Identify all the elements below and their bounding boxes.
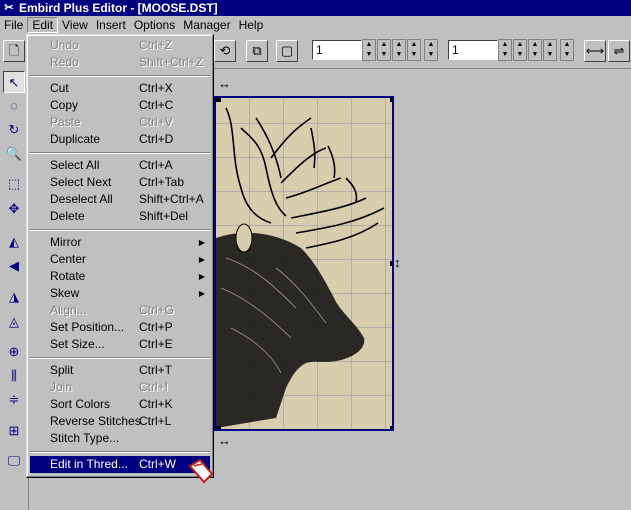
- menu-manager[interactable]: Manager: [179, 17, 234, 33]
- menu-separator: [30, 75, 210, 77]
- grid-icon[interactable]: ⊞: [3, 420, 25, 442]
- spin-end-icon[interactable]: ▲ ▼: [407, 39, 421, 61]
- horizontal-resize-bottom-icon[interactable]: ↔: [218, 433, 231, 448]
- menu-item-reverse-stitches[interactable]: Reverse Stitches Ctrl+L: [30, 413, 210, 430]
- menu-separator: [30, 152, 210, 154]
- menu-item-set-position[interactable]: Set Position... Ctrl+P: [30, 319, 210, 336]
- value-field-1[interactable]: 1: [312, 40, 362, 60]
- spin2-last-icon[interactable]: ▲ ▼: [560, 39, 574, 61]
- menu-separator: [30, 229, 210, 231]
- menu-insert[interactable]: Insert: [92, 17, 130, 33]
- design-hoop[interactable]: [214, 96, 394, 431]
- menu-item-paste[interactable]: Paste Ctrl+V: [30, 114, 210, 131]
- spin2-up-down-icon[interactable]: ▲ ▼: [498, 39, 512, 61]
- vertical-resize-icon[interactable]: ↕: [394, 255, 401, 270]
- mirror-vertical-icon[interactable]: ◀: [3, 255, 25, 277]
- spin2-end-icon[interactable]: ▲ ▼: [543, 39, 557, 61]
- menu-separator: [30, 357, 210, 359]
- menu-view[interactable]: View: [58, 17, 92, 33]
- resize-handle-top-left[interactable]: [216, 98, 221, 102]
- submenu-arrow-icon: ▶: [198, 238, 205, 247]
- pointer-icon[interactable]: ↖: [3, 71, 25, 93]
- menu-item-set-size[interactable]: Set Size... Ctrl+E: [30, 336, 210, 353]
- spin-step-icon[interactable]: ▲ ▼: [392, 39, 406, 61]
- spin-up-down-icon[interactable]: ▲ ▼: [362, 39, 376, 61]
- stitch-merge-icon[interactable]: ⇌: [608, 40, 630, 62]
- skew-left-icon[interactable]: ◮: [3, 286, 25, 308]
- resize-handle-bottom-right[interactable]: [390, 426, 392, 429]
- horizontal-resize-icon[interactable]: ↔: [218, 76, 231, 91]
- menu-item-cut[interactable]: Cut Ctrl+X: [30, 80, 210, 97]
- resize-icon[interactable]: ⬚: [3, 173, 25, 195]
- new-file-icon[interactable]: 🗋: [3, 40, 25, 62]
- spin-fast-icon[interactable]: ▲ ▼: [377, 39, 391, 61]
- menu-item-undo[interactable]: Undo Ctrl+Z: [30, 37, 210, 54]
- copy-tool-icon[interactable]: ⧉: [246, 40, 268, 62]
- menu-item-split[interactable]: Split Ctrl+T: [30, 362, 210, 379]
- submenu-arrow-icon: ▶: [198, 289, 205, 298]
- resize-handle-top-right[interactable]: [390, 98, 392, 102]
- skew-right-icon[interactable]: ◬: [3, 311, 25, 333]
- hand-pointer-icon: [188, 458, 214, 484]
- lasso-icon[interactable]: ◌: [3, 95, 25, 117]
- submenu-arrow-icon: ▶: [198, 272, 205, 281]
- menu-item-skew[interactable]: Skew ▶: [30, 285, 210, 302]
- menu-item-redo[interactable]: Redo Shift+Ctrl+Z: [30, 54, 210, 71]
- rotate-icon[interactable]: ↻: [3, 119, 25, 141]
- menu-item-sort-colors[interactable]: Sort Colors Ctrl+K: [30, 396, 210, 413]
- title-bar: ✂ Embird Plus Editor - [MOOSE.DST]: [0, 0, 631, 16]
- menu-item-rotate[interactable]: Rotate ▶: [30, 268, 210, 285]
- window-title: Embird Plus Editor - [MOOSE.DST]: [19, 1, 218, 15]
- menu-item-align[interactable]: Align... Ctrl+G: [30, 302, 210, 319]
- menu-options[interactable]: Options: [130, 17, 179, 33]
- screen-icon[interactable]: 🖵: [3, 450, 25, 472]
- stitch-split-icon[interactable]: ⟷: [584, 40, 606, 62]
- edit-menu: Undo Ctrl+Z Redo Shift+Ctrl+Z Cut Ctrl+X…: [26, 34, 214, 478]
- menu-item-duplicate[interactable]: Duplicate Ctrl+D: [30, 131, 210, 148]
- menu-item-select-all[interactable]: Select All Ctrl+A: [30, 157, 210, 174]
- stop-icon[interactable]: ▢: [276, 40, 298, 62]
- menu-item-center[interactable]: Center ▶: [30, 251, 210, 268]
- spin2-step-icon[interactable]: ▲ ▼: [528, 39, 542, 61]
- redo-tool-icon[interactable]: ⟲: [214, 40, 236, 62]
- align-vertical-icon[interactable]: ≑: [3, 389, 25, 411]
- menu-bar: File Edit View Insert Options Manager He…: [0, 16, 631, 34]
- value-field-2[interactable]: 1: [448, 40, 498, 60]
- menu-item-edit-in-thred[interactable]: Edit in Thred... Ctrl+W: [30, 456, 210, 473]
- zoom-icon[interactable]: 🔍: [3, 143, 25, 165]
- menu-item-select-next[interactable]: Select Next Ctrl+Tab: [30, 174, 210, 191]
- tool-column: ↖ ◌ ↻ 🔍 ⬚ ✥ ◭ ◀ ◮ ◬ ⊕ ⫼ ≑ ⊞ 🖵: [0, 68, 29, 510]
- spin-last-icon[interactable]: ▲ ▼: [424, 39, 438, 61]
- moose-design: [216, 107, 385, 428]
- mirror-horizontal-icon[interactable]: ◭: [3, 231, 25, 253]
- align-horizontal-icon[interactable]: ⫼: [3, 365, 25, 387]
- menu-item-stitch-type[interactable]: Stitch Type...: [30, 430, 210, 447]
- menu-item-deselect-all[interactable]: Deselect All Shift+Ctrl+A: [30, 191, 210, 208]
- submenu-arrow-icon: ▶: [198, 255, 205, 264]
- menu-item-copy[interactable]: Copy Ctrl+C: [30, 97, 210, 114]
- spin2-fast-icon[interactable]: ▲ ▼: [513, 39, 527, 61]
- menu-separator: [30, 451, 210, 453]
- app-icon[interactable]: ✂: [2, 1, 16, 15]
- menu-item-delete[interactable]: Delete Shift+Del: [30, 208, 210, 225]
- center-icon[interactable]: ⊕: [3, 341, 25, 363]
- menu-help[interactable]: Help: [235, 17, 268, 33]
- resize-handle-bottom-left[interactable]: [216, 426, 221, 429]
- menu-item-mirror[interactable]: Mirror ▶: [30, 234, 210, 251]
- menu-file[interactable]: File: [0, 17, 27, 33]
- move-icon[interactable]: ✥: [3, 198, 25, 220]
- menu-edit[interactable]: Edit: [27, 17, 59, 33]
- menu-item-join[interactable]: Join Ctrl+I: [30, 379, 210, 396]
